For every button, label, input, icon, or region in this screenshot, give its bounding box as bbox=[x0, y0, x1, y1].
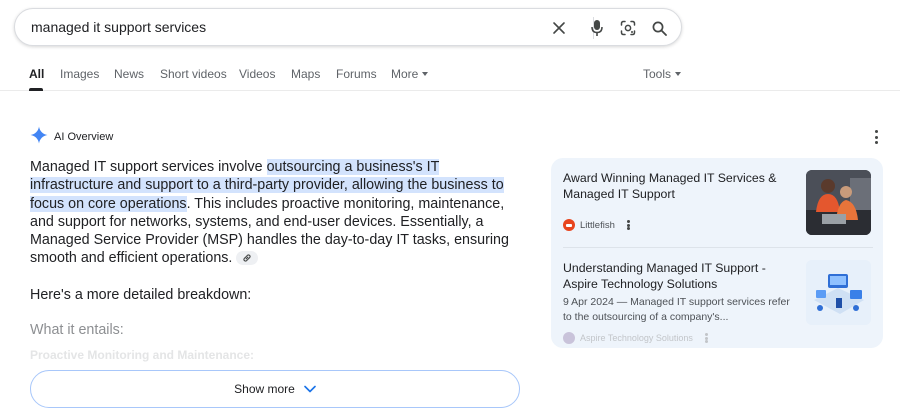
search-tabs: All Images News Short videos Videos Maps… bbox=[0, 60, 900, 91]
card-divider bbox=[563, 247, 873, 248]
ai-overview-text: Managed IT support services involve outs… bbox=[30, 158, 522, 268]
tab-more[interactable]: More bbox=[391, 67, 429, 81]
tab-maps[interactable]: Maps bbox=[291, 67, 320, 81]
source-site-name: Littlefish bbox=[580, 219, 615, 231]
tab-videos[interactable]: Videos bbox=[239, 67, 275, 81]
aspire-favicon-icon bbox=[563, 332, 575, 344]
more-vert-icon[interactable] bbox=[874, 130, 878, 144]
search-input[interactable]: managed it support services bbox=[31, 19, 206, 35]
tab-all[interactable]: All bbox=[29, 67, 44, 81]
ai-overview-header: AI Overview bbox=[30, 126, 114, 149]
dropdown-arrow-icon bbox=[422, 71, 429, 76]
gemini-sparkle-icon bbox=[30, 126, 48, 149]
chevron-down-icon bbox=[304, 385, 316, 393]
source-thumbnail-image[interactable] bbox=[806, 260, 871, 325]
tools-label: Tools bbox=[643, 67, 672, 81]
tab-short-videos[interactable]: Short videos bbox=[160, 67, 227, 81]
dropdown-arrow-icon bbox=[675, 71, 682, 76]
source-site-name: Aspire Technology Solutions bbox=[580, 333, 693, 343]
google-lens-icon[interactable] bbox=[618, 18, 638, 38]
littlefish-favicon-icon bbox=[563, 219, 575, 231]
tab-images[interactable]: Images bbox=[60, 67, 99, 81]
source-thumbnail-image[interactable] bbox=[806, 170, 871, 235]
source-card-title[interactable]: Understanding Managed IT Support - Aspir… bbox=[563, 260, 795, 292]
link-icon[interactable] bbox=[236, 250, 259, 265]
source-site[interactable]: Littlefish bbox=[563, 219, 631, 231]
tab-news[interactable]: News bbox=[114, 67, 144, 81]
tab-forums[interactable]: Forums bbox=[336, 67, 377, 81]
clear-icon[interactable] bbox=[549, 18, 569, 38]
microphone-icon[interactable] bbox=[587, 18, 607, 38]
search-box[interactable]: managed it support services bbox=[14, 8, 682, 46]
search-icon[interactable] bbox=[649, 18, 669, 38]
source-card-title[interactable]: Award Winning Managed IT Services & Mana… bbox=[563, 170, 795, 202]
ai-overview-title: AI Overview bbox=[54, 131, 114, 143]
source-site[interactable]: Aspire Technology Solutions bbox=[563, 332, 709, 344]
more-vert-icon[interactable] bbox=[705, 333, 709, 343]
tools-button[interactable]: Tools bbox=[643, 67, 682, 81]
source-cards-panel: Award Winning Managed IT Services & Mana… bbox=[551, 158, 883, 348]
show-more-button[interactable]: Show more bbox=[30, 370, 520, 408]
breakdown-heading: Here's a more detailed breakdown: bbox=[30, 287, 252, 303]
active-tab-indicator bbox=[29, 88, 43, 91]
show-more-label: Show more bbox=[234, 382, 295, 396]
faded-subheading: Proactive Monitoring and Maintenance: bbox=[30, 348, 255, 362]
source-card-snippet: 9 Apr 2024 — Managed IT support services… bbox=[563, 296, 790, 323]
more-vert-icon[interactable] bbox=[627, 220, 631, 230]
tab-more-label: More bbox=[391, 67, 419, 81]
entails-heading: What it entails: bbox=[30, 322, 124, 338]
overview-text-start: Managed IT support services involve bbox=[30, 159, 267, 175]
